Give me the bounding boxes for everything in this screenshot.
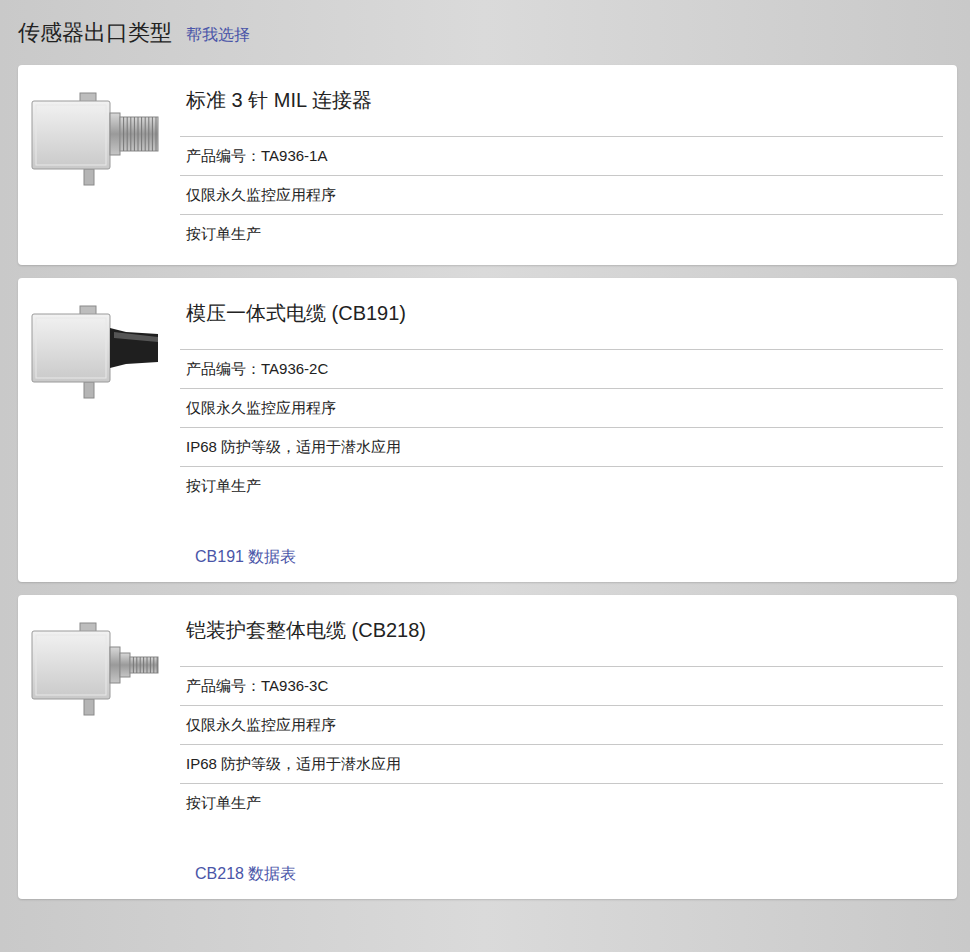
help-link[interactable]: 帮我选择 <box>186 25 250 46</box>
option-detail: 仅限永久监控应用程序 <box>180 388 943 427</box>
sensor-icon <box>30 91 162 187</box>
option-detail: 按订单生产 <box>180 214 943 253</box>
sensor-icon <box>30 621 162 717</box>
option-title: 模压一体式电缆 (CB191) <box>180 278 943 349</box>
section-title: 传感器出口类型 <box>18 18 172 48</box>
section-header: 传感器出口类型帮我选择 <box>18 12 957 65</box>
option-title: 铠装护套整体电缆 (CB218) <box>180 595 943 666</box>
sensor-picture <box>18 278 180 582</box>
option-detail: 仅限永久监控应用程序 <box>180 175 943 214</box>
option-card[interactable]: 铠装护套整体电缆 (CB218)产品编号：TA936-3C仅限永久监控应用程序I… <box>18 595 957 899</box>
option-content: 铠装护套整体电缆 (CB218)产品编号：TA936-3C仅限永久监控应用程序I… <box>180 595 957 899</box>
option-detail: IP68 防护等级，适用于潜水应用 <box>180 744 943 783</box>
datasheet-link[interactable]: CB218 数据表 <box>195 865 296 882</box>
option-card[interactable]: 模压一体式电缆 (CB191)产品编号：TA936-2C仅限永久监控应用程序IP… <box>18 278 957 582</box>
option-content: 标准 3 针 MIL 连接器产品编号：TA936-1A仅限永久监控应用程序按订单… <box>180 65 957 265</box>
option-detail: 按订单生产 <box>180 466 943 505</box>
option-card[interactable]: 标准 3 针 MIL 连接器产品编号：TA936-1A仅限永久监控应用程序按订单… <box>18 65 957 265</box>
option-content: 模压一体式电缆 (CB191)产品编号：TA936-2C仅限永久监控应用程序IP… <box>180 278 957 582</box>
sensor-picture <box>18 65 180 265</box>
option-title: 标准 3 针 MIL 连接器 <box>180 65 943 136</box>
datasheet-area: CB218 数据表 <box>180 822 943 887</box>
sensor-icon <box>30 304 162 400</box>
option-detail: 按订单生产 <box>180 783 943 822</box>
option-detail: 产品编号：TA936-1A <box>180 136 943 175</box>
datasheet-area: CB191 数据表 <box>180 505 943 570</box>
sensor-picture <box>18 595 180 899</box>
option-detail: 产品编号：TA936-3C <box>180 666 943 705</box>
datasheet-link[interactable]: CB191 数据表 <box>195 548 296 565</box>
option-detail: IP68 防护等级，适用于潜水应用 <box>180 427 943 466</box>
page: 传感器出口类型帮我选择标准 3 针 MIL 连接器产品编号：TA936-1A仅限… <box>0 0 970 952</box>
option-detail: 产品编号：TA936-2C <box>180 349 943 388</box>
option-detail: 仅限永久监控应用程序 <box>180 705 943 744</box>
